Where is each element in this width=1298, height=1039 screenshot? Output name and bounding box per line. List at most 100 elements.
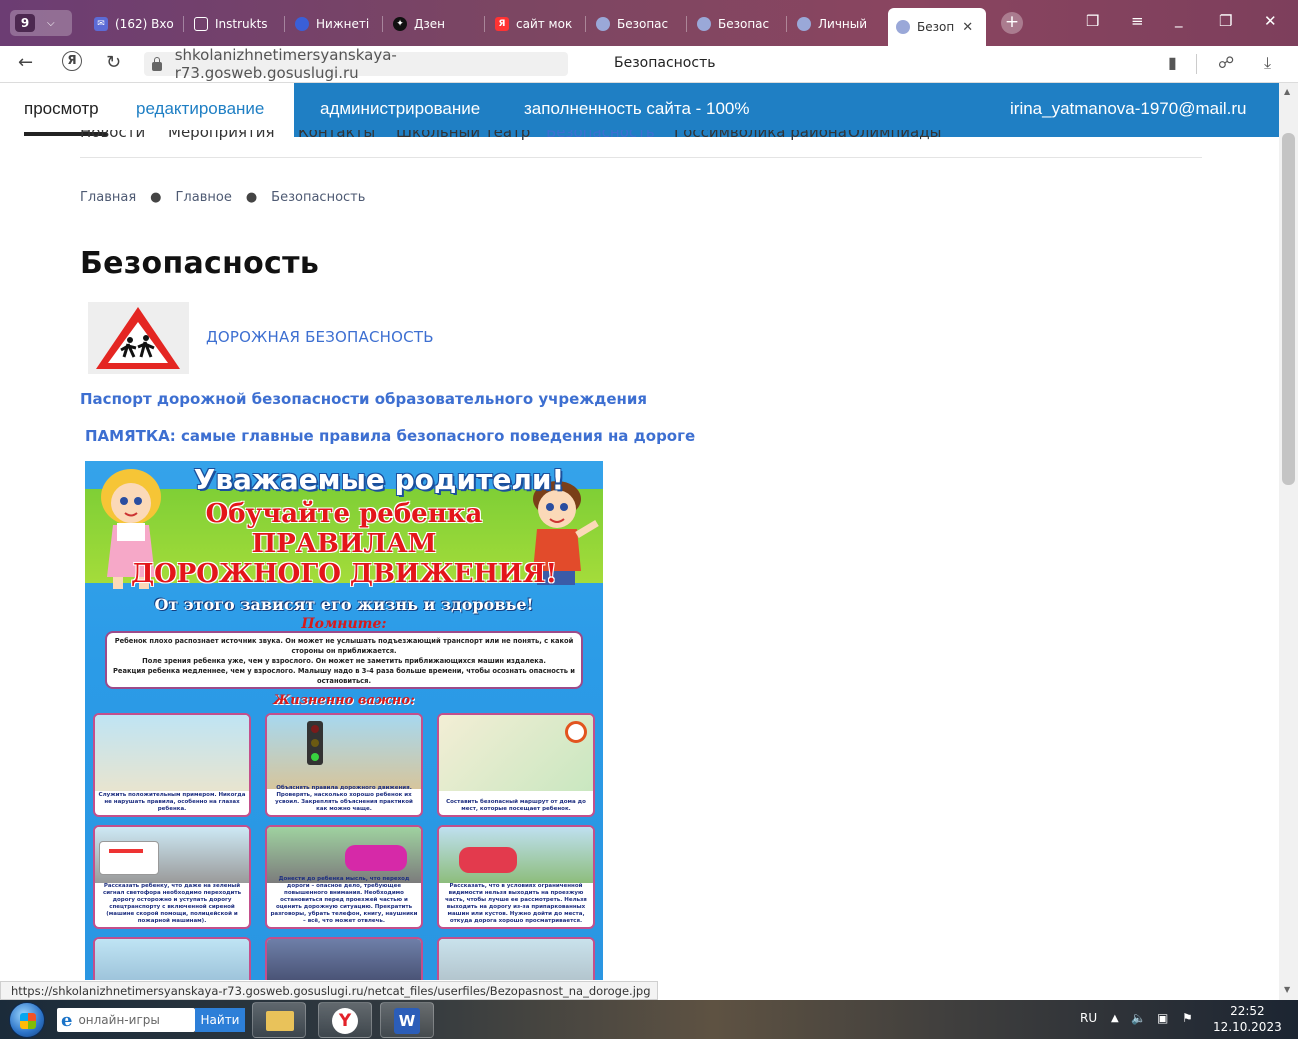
language-indicator[interactable]: RU xyxy=(1080,1011,1097,1025)
nav-item-news[interactable]: Новости xyxy=(80,130,145,141)
chevron-down-icon[interactable]: ⌵ xyxy=(47,18,55,29)
breadcrumb-separator: ● xyxy=(245,190,258,205)
admin-user-email[interactable]: irina_yatmanova-1970@mail.ru xyxy=(1010,99,1246,119)
poster-cell-caption: Служить положительным примером. Никогда … xyxy=(98,792,246,812)
admin-edit-link[interactable]: редактирование xyxy=(136,99,264,119)
poster-cell-caption: Рассказать ребенку, что даже на зеленый … xyxy=(102,883,242,924)
browser-tab-dzen[interactable]: ✦ Дзен xyxy=(385,10,481,38)
browser-tab-lichny[interactable]: Личный xyxy=(789,10,885,38)
tabs-overview-icon[interactable]: ❒ xyxy=(1086,12,1099,30)
url-field[interactable]: shkolanizhnetimersyanskaya-r73.gosweb.go… xyxy=(144,46,568,82)
nav-item-symbols[interactable]: Госсимволика района xyxy=(674,130,847,141)
clock-date: 12.10.2023 xyxy=(1213,1020,1282,1034)
poster-cell-6: Рассказать, что в условиях ограниченной … xyxy=(437,825,595,929)
poster-cell-8 xyxy=(265,937,423,980)
tab-label: Безопас xyxy=(718,17,770,31)
tab-separator xyxy=(183,16,184,32)
taskbar-app-yandex-browser[interactable]: Y xyxy=(318,1002,372,1038)
yandex-browser-icon: Y xyxy=(332,1008,358,1034)
breadcrumb-current: Безопасность xyxy=(271,190,366,205)
start-button[interactable] xyxy=(9,1002,45,1038)
taskbar-app-word[interactable]: W xyxy=(380,1002,434,1038)
taskbar-app-explorer[interactable] xyxy=(252,1002,306,1038)
poster-remember-label: Помните: xyxy=(301,616,387,632)
taskbar-search-field[interactable]: e онлайн-игры xyxy=(57,1008,195,1032)
breadcrumb-home[interactable]: Главная xyxy=(80,190,136,205)
poster-line-4: ДОРОЖНОГО ДВИЖЕНИЯ! xyxy=(130,559,557,589)
mail-icon: ✉ xyxy=(94,17,108,31)
taskbar-search-button[interactable]: Найти xyxy=(195,1008,245,1032)
new-tab-button[interactable]: + xyxy=(1001,12,1023,34)
poster-cell-7 xyxy=(93,937,251,980)
action-center-flag-icon[interactable]: ⚑ xyxy=(1182,1011,1193,1025)
browser-tab-site[interactable]: Я сайт мок xyxy=(487,10,583,38)
scroll-thumb[interactable] xyxy=(1282,133,1295,485)
safety-passport-link[interactable]: Паспорт дорожной безопасности образовате… xyxy=(80,390,647,408)
menu-icon[interactable]: ≡ xyxy=(1131,12,1144,30)
safety-memo-link[interactable]: ПАМЯТКА: самые главные правила безопасно… xyxy=(85,427,695,445)
taskbar-clock[interactable]: 22:52 12.10.2023 xyxy=(1213,1003,1282,1035)
tab-label: Безоп xyxy=(917,20,955,34)
protect-icon[interactable]: ☍ xyxy=(1218,53,1234,72)
poster-cell-1: Служить положительным примером. Никогда … xyxy=(93,713,251,817)
tab-separator xyxy=(786,16,787,32)
admin-administration-link[interactable]: администрирование xyxy=(320,99,480,119)
nav-item-olympiads[interactable]: Олимпиады xyxy=(848,130,941,141)
tray-expand-icon[interactable]: ▲ xyxy=(1111,1013,1119,1024)
site-fill-status[interactable]: заполненность сайта - 100% xyxy=(524,99,749,119)
minimize-icon[interactable]: _ xyxy=(1175,10,1183,28)
browser-tab-bezopas-2[interactable]: Безопас xyxy=(689,10,785,38)
tab-separator xyxy=(484,16,485,32)
parked-car-scene-image xyxy=(439,827,593,883)
scroll-up-icon[interactable]: ▲ xyxy=(1284,87,1290,96)
emblem-icon xyxy=(596,17,610,31)
browser-tab-bezopas-1[interactable]: Безопас xyxy=(588,10,684,38)
road-safety-link[interactable]: ДОРОЖНАЯ БЕЗОПАСНОСТЬ xyxy=(206,328,434,346)
nav-item-security[interactable]: Безопасность xyxy=(546,130,655,141)
nav-item-events[interactable]: Мероприятия xyxy=(168,130,274,141)
browser-tab-nizhnet[interactable]: Нижнетi xyxy=(287,10,381,38)
browser-tab-active[interactable]: Безоп ✕ xyxy=(888,8,986,46)
browser-tab-instrukts[interactable]: Instrukts xyxy=(186,10,282,38)
car-road-scene-image xyxy=(267,827,421,883)
close-icon[interactable]: ✕ xyxy=(962,20,973,35)
page-scrollbar[interactable]: ▲ ▼ xyxy=(1279,83,1298,1000)
road-rules-poster[interactable]: Уважаемые родители! Обучайте ребенка ПРА… xyxy=(85,461,603,980)
poster-cell-caption: Объяснять правила дорожного движения. Пр… xyxy=(275,785,413,812)
lock-icon xyxy=(152,56,162,71)
poster-subtitle: От этого зависят его жизнь и здоровье! xyxy=(154,595,534,614)
breadcrumb: Главная ● Главное ● Безопасность xyxy=(80,190,365,205)
children-crossing-sign-icon xyxy=(96,307,180,369)
browser-tab-mail[interactable]: ✉ (162) Вхо xyxy=(86,10,182,38)
tab-label: Дзен xyxy=(414,17,445,31)
download-icon[interactable]: ⤓ xyxy=(1264,53,1271,73)
nav-item-contacts[interactable]: Контакты xyxy=(298,130,375,141)
scroll-down-icon[interactable]: ▼ xyxy=(1284,985,1290,994)
yandex-logo-icon[interactable]: Я xyxy=(62,51,82,71)
poster-vital-label: Жизненно важно: xyxy=(273,693,415,708)
poster-cell-2: Объяснять правила дорожного движения. Пр… xyxy=(265,713,423,817)
divider xyxy=(1196,54,1197,74)
poster-scene-image xyxy=(267,939,421,980)
address-bar: ← Я ↻ shkolanizhnetimersyanskaya-r73.gos… xyxy=(0,46,1298,83)
poster-scene-image xyxy=(95,939,249,980)
page-title: Безопасность xyxy=(80,246,320,281)
poster-fact-3: Реакция ребенка медленнее, чем у взросло… xyxy=(113,667,575,685)
network-icon[interactable]: ▣ xyxy=(1157,1011,1168,1025)
volume-icon[interactable]: 🔈 xyxy=(1131,1011,1146,1025)
dzen-icon: ✦ xyxy=(393,17,407,31)
admin-view-link[interactable]: просмотр xyxy=(24,99,99,119)
tab-label: (162) Вхо xyxy=(115,17,174,31)
bookmark-icon[interactable]: ▮ xyxy=(1168,53,1177,72)
nav-item-theater[interactable]: Школьный театр xyxy=(396,130,530,141)
status-bar-url: https://shkolanizhnetimersyanskaya-r73.g… xyxy=(0,981,658,1000)
nav-divider xyxy=(80,157,1202,158)
reload-icon[interactable]: ↻ xyxy=(106,52,121,73)
restore-icon[interactable]: ❐ xyxy=(1219,12,1232,30)
breadcrumb-main[interactable]: Главное xyxy=(176,190,232,205)
tab-group-counter[interactable]: 9 ⌵ xyxy=(10,10,72,36)
back-arrow-icon[interactable]: ← xyxy=(18,52,33,73)
app-icon xyxy=(295,17,309,31)
close-window-icon[interactable]: ✕ xyxy=(1264,12,1277,30)
road-safety-thumbnail[interactable] xyxy=(88,302,189,374)
